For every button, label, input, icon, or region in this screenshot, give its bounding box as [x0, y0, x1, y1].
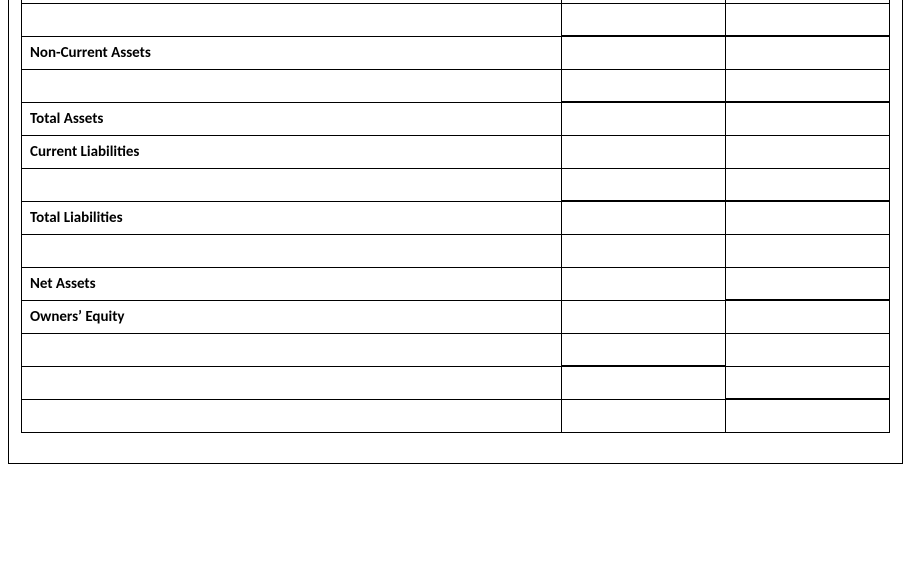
row-value-1: [562, 36, 726, 69]
row-value-2: [726, 102, 890, 135]
row-value-2: [726, 234, 890, 267]
row-value-2: [726, 135, 890, 168]
row-value-1: [562, 366, 726, 399]
row-value-1: [562, 234, 726, 267]
row-label: Total Liabilities: [22, 201, 562, 234]
row-value-2: [726, 36, 890, 69]
row-value-1: [562, 168, 726, 201]
row-value-2: [726, 201, 890, 234]
row-value-1: [562, 333, 726, 366]
table-row: Total Assets: [22, 102, 890, 135]
row-label: Current Liabilities: [22, 135, 562, 168]
row-value-1: [562, 201, 726, 234]
row-value-2: [726, 168, 890, 201]
row-label: [22, 168, 562, 201]
table-row: [22, 234, 890, 267]
row-value-2: [726, 333, 890, 366]
row-label: Total Assets: [22, 102, 562, 135]
row-value-1: [562, 69, 726, 102]
row-label: [22, 69, 562, 102]
table-row: Net Assets: [22, 267, 890, 300]
row-value-2: [726, 366, 890, 399]
row-label: Owners’ Equity: [22, 300, 562, 333]
row-label: [22, 366, 562, 399]
row-label: Non-Current Assets: [22, 36, 562, 69]
document-frame: Non-Current Assets Total AssetsCurrent Li…: [8, 0, 903, 464]
table-row: Total Liabilities: [22, 201, 890, 234]
row-label: [22, 3, 562, 36]
table-row: [22, 399, 890, 432]
row-value-1: [562, 267, 726, 300]
table-row: [22, 366, 890, 399]
balance-table: Non-Current Assets Total AssetsCurrent Li…: [21, 0, 890, 433]
row-label: [22, 234, 562, 267]
table-row: Owners’ Equity: [22, 300, 890, 333]
table-row: [22, 3, 890, 36]
row-value-2: [726, 267, 890, 300]
row-value-2: [726, 69, 890, 102]
row-label: [22, 333, 562, 366]
row-value-1: [562, 3, 726, 36]
table-row: [22, 69, 890, 102]
row-value-2: [726, 300, 890, 333]
row-value-1: [562, 300, 726, 333]
row-value-1: [562, 399, 726, 432]
table-row: Non-Current Assets: [22, 36, 890, 69]
row-label: Net Assets: [22, 267, 562, 300]
table-row: [22, 333, 890, 366]
row-value-2: [726, 399, 890, 432]
row-label: [22, 399, 562, 432]
table-row: [22, 168, 890, 201]
table-row: Current Liabilities: [22, 135, 890, 168]
row-value-1: [562, 135, 726, 168]
row-value-2: [726, 3, 890, 36]
row-value-1: [562, 102, 726, 135]
